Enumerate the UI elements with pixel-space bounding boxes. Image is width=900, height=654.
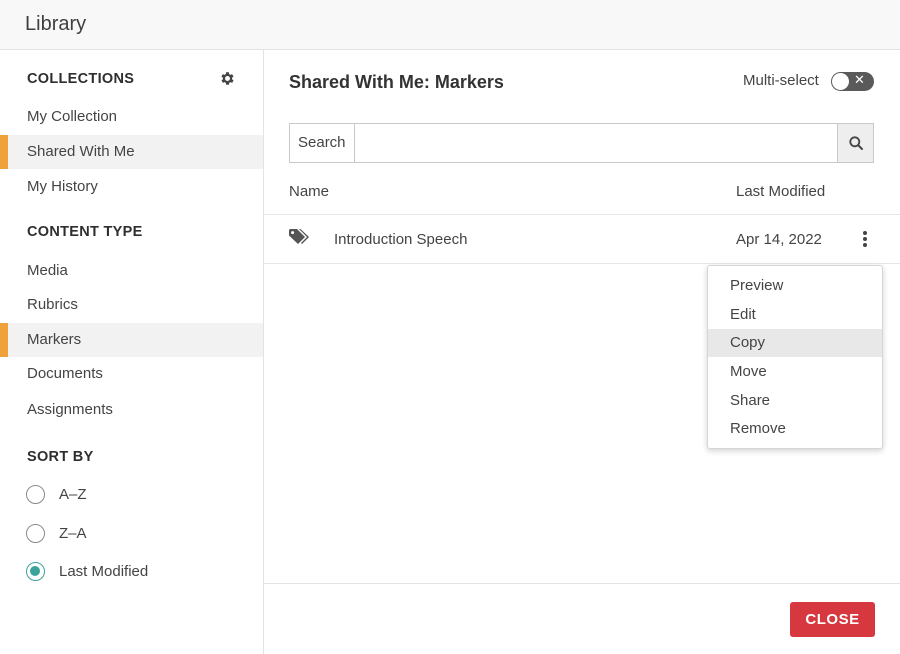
sort-radio-a-z[interactable] [26, 485, 45, 504]
menu-item-remove[interactable]: Remove [708, 415, 882, 443]
sort-option-label: A–Z [59, 486, 87, 503]
sidebar-item-label: Assignments [27, 401, 113, 418]
sidebar: COLLECTIONS My Collection Shared With Me… [0, 50, 264, 654]
search-bar: Search [289, 123, 874, 163]
footer-divider [264, 583, 900, 584]
search-icon [849, 136, 863, 150]
menu-item-edit[interactable]: Edit [708, 301, 882, 329]
menu-item-share[interactable]: Share [708, 387, 882, 415]
sidebar-item-label: My History [27, 178, 98, 195]
sort-option-a-z[interactable]: A–Z [0, 479, 263, 509]
sort-option-z-a[interactable]: Z–A [0, 518, 263, 548]
sidebar-item-shared-with-me[interactable]: Shared With Me [0, 135, 263, 169]
row-last-modified: Apr 14, 2022 [736, 231, 822, 248]
column-header-name[interactable]: Name [289, 183, 329, 200]
multi-select-label: Multi-select [743, 72, 819, 89]
sidebar-item-label: Markers [27, 331, 82, 348]
sort-option-last-modified[interactable]: Last Modified [0, 556, 263, 586]
column-header-last-modified[interactable]: Last Modified [736, 183, 825, 200]
title-bar: Library [0, 0, 900, 50]
sidebar-item-my-history[interactable]: My History [0, 170, 263, 204]
sidebar-item-my-collection[interactable]: My Collection [0, 100, 263, 134]
search-button[interactable] [837, 124, 873, 162]
sort-radio-z-a[interactable] [26, 524, 45, 543]
row-name: Introduction Speech [334, 231, 468, 248]
sidebar-item-label: Shared With Me [27, 143, 135, 160]
sidebar-item-label: Rubrics [27, 296, 78, 313]
toggle-knob [832, 73, 849, 90]
content-type-heading: CONTENT TYPE [27, 224, 143, 240]
dialog-title: Library [25, 13, 87, 35]
sort-option-label: Last Modified [59, 563, 149, 580]
sidebar-item-label: My Collection [27, 108, 118, 125]
sidebar-item-rubrics[interactable]: Rubrics [0, 288, 263, 322]
tags-icon [289, 229, 309, 244]
menu-item-preview[interactable]: Preview [708, 272, 882, 300]
sidebar-item-assignments[interactable]: Assignments [0, 393, 263, 427]
multi-select-toggle[interactable]: ✕ [831, 72, 874, 91]
sidebar-item-documents[interactable]: Documents [0, 357, 263, 391]
library-dialog: Library COLLECTIONS My Collection Shared… [0, 0, 900, 654]
close-icon: ✕ [854, 72, 865, 87]
collections-heading: COLLECTIONS [27, 71, 135, 87]
sidebar-item-label: Documents [27, 365, 103, 382]
search-label: Search [290, 124, 355, 162]
search-input[interactable] [356, 124, 837, 162]
sidebar-item-markers[interactable]: Markers [0, 323, 263, 357]
sort-by-heading: SORT BY [27, 449, 94, 465]
table-row[interactable]: Introduction Speech Apr 14, 2022 [264, 214, 900, 264]
sort-option-label: Z–A [59, 525, 87, 542]
close-button[interactable]: CLOSE [790, 602, 875, 637]
page-title: Shared With Me: Markers [289, 72, 504, 92]
menu-item-copy[interactable]: Copy [708, 329, 882, 357]
more-options-icon[interactable] [859, 229, 871, 249]
sidebar-item-label: Media [27, 262, 68, 279]
menu-item-move[interactable]: Move [708, 358, 882, 386]
sort-radio-last-modified[interactable] [26, 562, 45, 581]
row-context-menu: Preview Edit Copy Move Share Remove [707, 265, 883, 449]
sidebar-item-media[interactable]: Media [0, 254, 263, 288]
gear-icon[interactable] [219, 70, 236, 87]
